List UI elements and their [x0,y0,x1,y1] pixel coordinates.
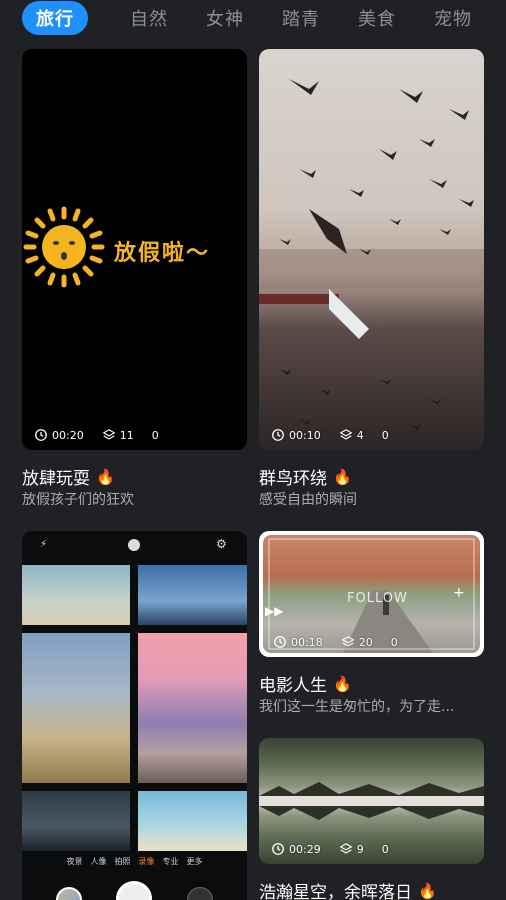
card-subtitle: 放假孩子们的狂欢 [22,492,134,508]
duration: 00:18 [291,635,323,649]
tab-nature[interactable]: 自然 [130,5,168,31]
gallery-thumb-woman [22,633,130,783]
tab-travel[interactable]: 旅行 [22,1,88,35]
switch-camera-icon [187,887,213,900]
flame-icon: 🔥 [333,674,352,693]
layer-count: 20 [358,635,373,649]
gallery-thumb-beach [22,565,130,625]
gallery-thumb-sea [138,565,247,625]
card-meta: 00:29 9 0 [271,842,389,856]
layers-icon [102,429,116,440]
template-card-movie[interactable]: ▶▶ + FOLLOW 00:18 20 0 [259,531,484,657]
template-card-birds[interactable]: 00:10 4 0 [259,49,484,450]
mode-night: 夜景 [66,857,83,866]
gallery-thumb-sunset [138,633,247,783]
usage-count: 0 [381,428,389,442]
tab-food[interactable]: 美食 [358,5,396,31]
svg-text:▶▶: ▶▶ [265,604,284,618]
mode-portrait: 人像 [90,857,107,866]
usage-count: 0 [381,842,389,856]
template-card-starry[interactable]: 00:29 9 0 [259,738,484,864]
flame-icon: 🔥 [418,881,437,900]
clock-icon [272,843,284,855]
card-title: 浩瀚星空，余晖落日 🔥 [259,881,437,900]
tab-goddess[interactable]: 女神 [206,5,244,31]
mode-photo: 拍照 [114,857,131,866]
card-title: 电影人生 🔥 [259,674,352,697]
clock-icon [35,429,47,441]
layer-count: 11 [119,428,134,442]
flame-icon: 🔥 [96,467,115,486]
card-meta: 00:18 20 0 [273,635,398,649]
mode-more: 更多 [186,857,203,866]
layer-count: 9 [356,842,364,856]
card-subtitle: 我们这一生是匆忙的，为了走... [259,699,455,715]
duration: 00:20 [52,428,84,442]
camera-top-bar: ⚡ ⚙ [22,537,247,557]
card-title: 放肆玩耍 🔥 [22,467,115,490]
tab-pets[interactable]: 宠物 [434,5,472,31]
settings-icon: ⚙ [216,537,227,551]
gallery-thumb-shore [138,791,247,851]
flash-auto-icon: ⚡ [40,539,48,550]
gallery-button [56,887,82,900]
gallery-thumb-coast [22,791,130,851]
birds-photo [259,79,484,430]
clock-icon [274,636,286,648]
template-card-play[interactable]: 放假啦～ 00:20 11 0 [22,49,247,450]
chevron-up-icon [128,539,140,551]
mode-pro: 专业 [162,857,179,866]
shutter-button [116,881,152,900]
layers-icon [339,429,353,440]
layer-count: 4 [356,428,364,442]
svg-text:+: + [453,585,465,601]
usage-count: 0 [151,428,159,442]
duration: 00:29 [289,842,321,856]
clock-icon [272,429,284,441]
layers-icon [341,636,355,647]
flame-icon: 🔥 [333,467,352,486]
layers-icon [339,843,353,854]
card-title: 群鸟环绕 🔥 [259,467,352,490]
usage-count: 0 [390,635,398,649]
camera-mode-bar: 夜景 人像 拍照 录像 专业 更多 [22,856,247,867]
card-meta: 00:20 11 0 [34,428,159,442]
duration: 00:10 [289,428,321,442]
template-card-camera[interactable]: ⚡ ⚙ 夜景 人像 拍照 录像 专业 更多 [22,531,247,900]
card-meta: 00:10 4 0 [271,428,389,442]
overlay-text: FOLLOW [347,591,408,606]
mode-video: 录像 [138,857,155,866]
card-subtitle: 感受自由的瞬间 [259,492,357,508]
category-tabs: 旅行 自然 女神 踏青 美食 宠物 [0,0,506,36]
tab-outing[interactable]: 踏青 [282,5,320,31]
overlay-text: 放假啦～ [114,240,211,266]
